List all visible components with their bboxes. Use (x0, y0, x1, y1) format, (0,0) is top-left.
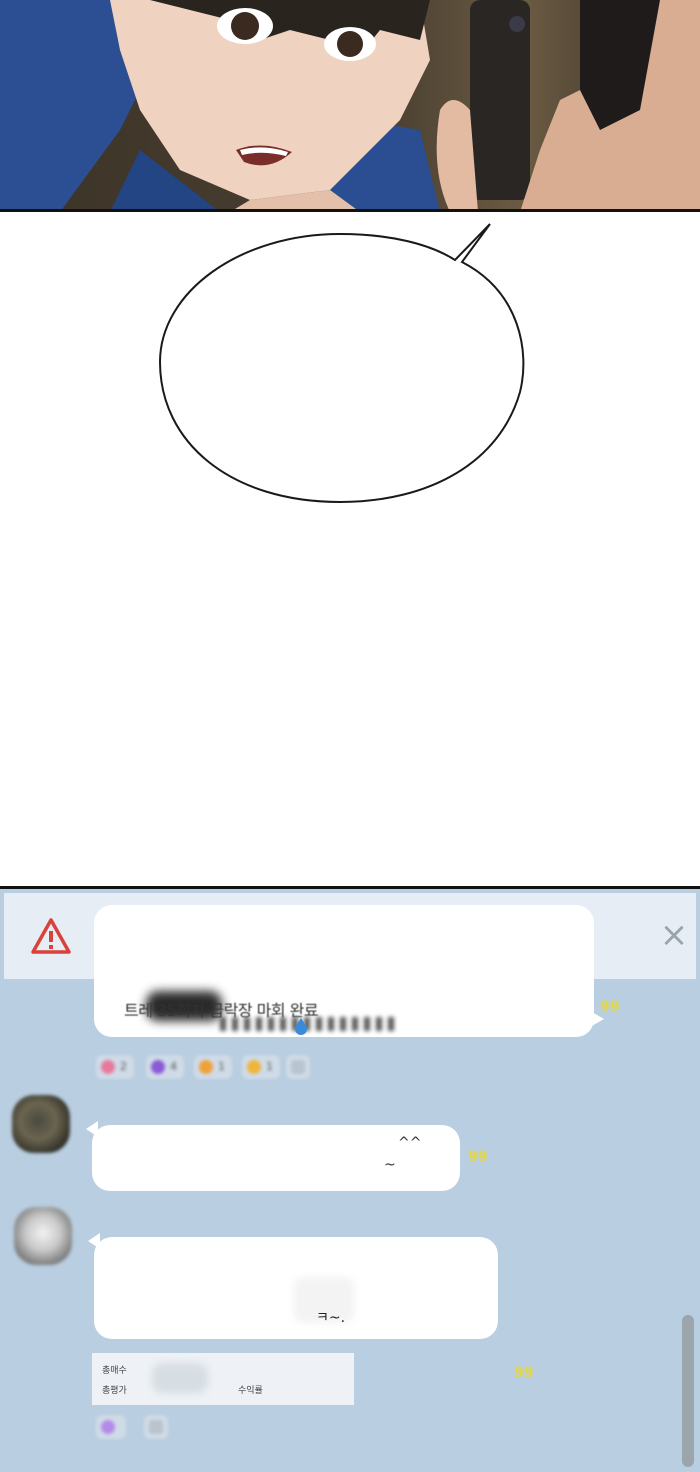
chat-bubble: 트레 35회차 급락장 마회 완료 (94, 905, 594, 1037)
wow-reaction-icon (247, 1060, 261, 1074)
read-count: 99 (514, 1365, 534, 1381)
avatar[interactable] (12, 1095, 70, 1153)
message-text: ~ (384, 1157, 396, 1173)
reaction-chip[interactable]: 2 (96, 1055, 134, 1079)
reaction-add-chip[interactable] (144, 1415, 168, 1439)
redacted-value (152, 1363, 208, 1393)
reaction-count: 2 (120, 1060, 127, 1073)
read-count: 99 (468, 1149, 488, 1165)
person-icon (149, 1420, 163, 1434)
reaction-chip[interactable]: 1 (242, 1055, 280, 1079)
stat-label: 총매수 (102, 1366, 127, 1376)
message-text: ^^ (398, 1135, 422, 1151)
reaction-chip[interactable]: 1 (194, 1055, 232, 1079)
speech-bubble (0, 212, 700, 512)
stat-card: 총매수 총평가 수익률 (92, 1353, 354, 1405)
like-reaction-icon (151, 1060, 165, 1074)
like-reaction-icon (101, 1420, 115, 1434)
warning-triangle-icon (31, 918, 71, 954)
water-drop-icon (295, 1018, 307, 1035)
close-x-icon[interactable]: × (656, 917, 692, 953)
message-text: ㅋ~. (316, 1310, 346, 1326)
smile-reaction-icon (199, 1060, 213, 1074)
redacted-text (220, 1017, 400, 1031)
reaction-count: 4 (170, 1060, 177, 1073)
reaction-add-chip[interactable] (286, 1055, 310, 1079)
reaction-chip[interactable] (96, 1415, 126, 1439)
reaction-count: 1 (218, 1060, 225, 1073)
avatar[interactable] (14, 1207, 72, 1265)
reaction-count: 1 (266, 1060, 273, 1073)
character-illustration (0, 0, 700, 209)
stat-label: 총평가 (102, 1386, 127, 1396)
chat-bubble: ㅋ~. (94, 1237, 498, 1339)
heart-reaction-icon (101, 1060, 115, 1074)
stat-label: 수익률 (238, 1386, 263, 1396)
reaction-chip[interactable]: 4 (146, 1055, 184, 1079)
chat-bubble: ^^ ~ (92, 1125, 460, 1191)
chat-screenshot-panel: × 트레 35회차 급락장 마회 완료 99 2 4 1 1 ^^ ~ 99 ㅋ… (0, 886, 700, 1472)
person-icon (291, 1060, 305, 1074)
read-count: 99 (600, 999, 620, 1015)
scrollbar[interactable] (682, 1315, 694, 1467)
comic-art-panel (0, 0, 700, 212)
